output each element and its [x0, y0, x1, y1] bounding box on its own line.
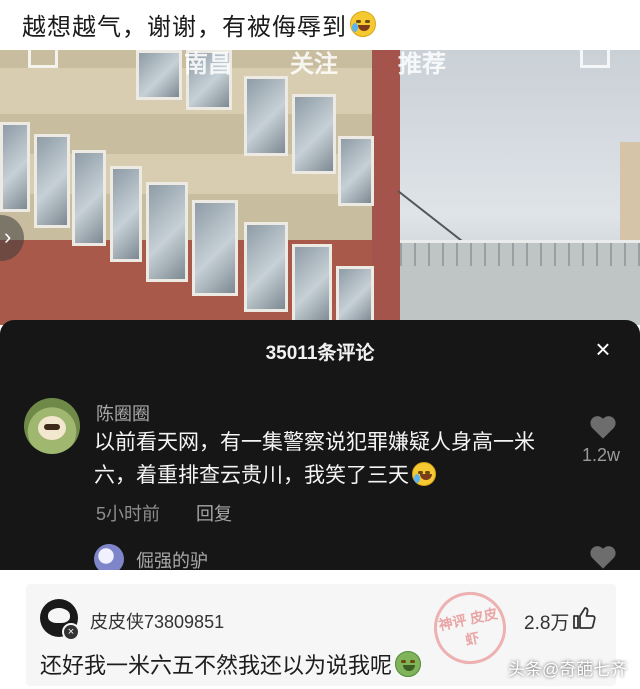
thumbs-up-icon[interactable]: [572, 606, 596, 630]
card-username[interactable]: 皮皮侠73809851: [90, 608, 224, 634]
post-title-text: 越想越气，谢谢，有被侮辱到: [22, 13, 347, 41]
rooftop: [400, 240, 640, 325]
comment-time: 5小时前: [96, 504, 161, 524]
camera-icon[interactable]: [580, 50, 610, 68]
video-frame[interactable]: 南昌 关注 推荐 ›: [0, 50, 640, 325]
watermark: 头条@奇葩七齐: [508, 660, 628, 679]
comments-count-title: 35011条评论: [265, 343, 375, 364]
crying-laughing-emoji-icon: [350, 11, 376, 37]
card-like-count: 2.8万: [524, 613, 570, 634]
comment-body: 以前看天网，有一集警察说犯罪嫌疑人身高一米六，着重排查云贵川，我笑了三天: [94, 431, 535, 487]
close-icon[interactable]: ×: [588, 334, 618, 364]
card-comment-body: 还好我一米六五不然我还以为说我呢: [40, 653, 393, 678]
avatar[interactable]: [24, 398, 80, 454]
building-image: [0, 50, 400, 325]
comment-username[interactable]: 倔强的驴: [136, 547, 208, 570]
tab-following[interactable]: 关注: [290, 50, 338, 79]
distant-tower: [620, 142, 640, 252]
comment-like-count: 1.2w: [582, 445, 621, 465]
post-title: 越想越气，谢谢，有被侮辱到: [22, 6, 376, 42]
comment-text: 以前看天网，有一集警察说犯罪嫌疑人身高一米六，着重排查云贵川，我笑了三天: [94, 426, 574, 492]
heart-icon[interactable]: [589, 414, 617, 440]
reply-button[interactable]: 回复: [196, 500, 232, 526]
avatar[interactable]: [94, 544, 124, 570]
tab-nanchang[interactable]: 南昌: [184, 50, 232, 79]
comments-panel: 35011条评论 × 陈圈圈 以前看天网，有一集警察说犯罪嫌疑人身高一米六，着重…: [0, 320, 640, 570]
video-nav: 南昌 关注 推荐: [0, 50, 640, 80]
comment-username[interactable]: 陈圈圈: [96, 400, 150, 426]
close-badge-icon: ×: [62, 623, 80, 641]
card-comment-text: 还好我一米六五不然我还以为说我呢: [40, 648, 422, 680]
crying-laughing-emoji-icon: [412, 462, 436, 486]
tab-recommend[interactable]: 推荐: [398, 50, 446, 79]
scan-icon[interactable]: [28, 50, 58, 68]
heart-icon[interactable]: [589, 544, 617, 570]
god-comment-stamp: 神评 皮皮虾: [427, 585, 513, 671]
sick-face-emoji-icon: [395, 651, 422, 677]
